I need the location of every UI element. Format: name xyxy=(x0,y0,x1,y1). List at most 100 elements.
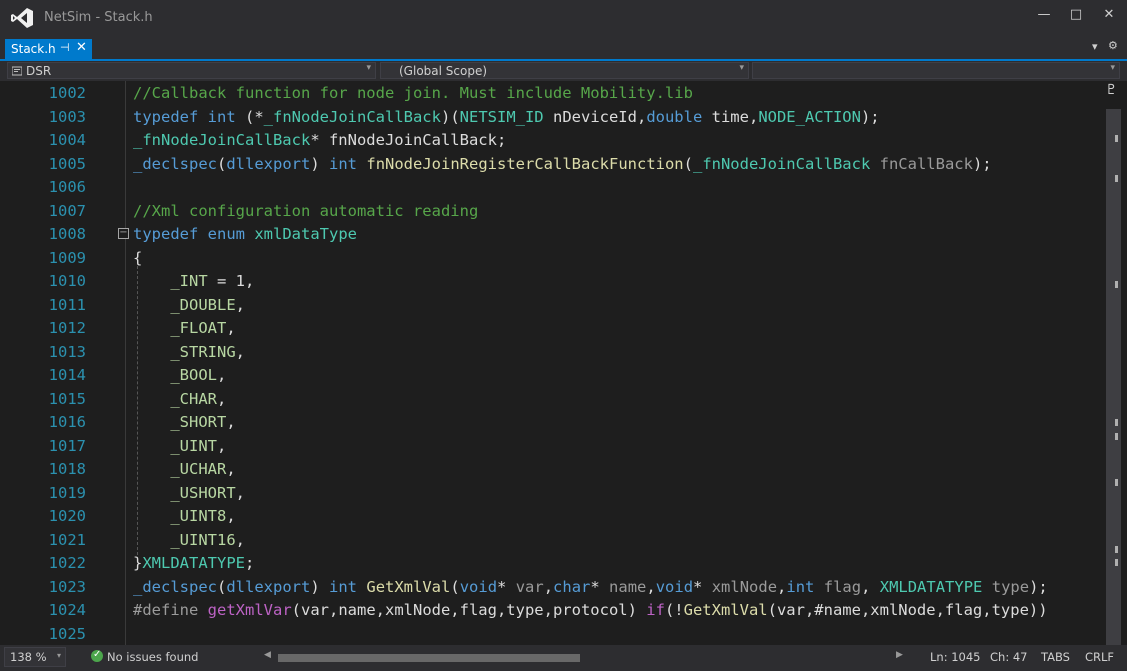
line-number: 1007 xyxy=(48,201,86,220)
code-token: ) xyxy=(310,154,330,173)
code-text: _USHORT, xyxy=(133,483,245,503)
code-token: _DOUBLE xyxy=(170,295,236,314)
code-line[interactable]: 1006 xyxy=(0,177,1100,201)
code-text: _UINT8, xyxy=(133,506,236,526)
vertical-scrollbar[interactable]: ♇ xyxy=(1100,81,1127,645)
line-number: 1004 xyxy=(48,131,86,149)
horizontal-scrollbar[interactable]: ◀ ▶ xyxy=(264,650,907,663)
code-line[interactable]: 1007 //Xml configuration automatic readin… xyxy=(0,201,1100,225)
code-line[interactable]: 1020 _UINT8, xyxy=(0,506,1100,530)
code-token: typedef xyxy=(133,225,199,243)
member-dropdown[interactable]: ▾ xyxy=(752,62,1120,79)
code-line[interactable]: 1016 _SHORT, xyxy=(0,412,1100,436)
code-token: _UINT8 xyxy=(170,507,227,525)
code-token: int xyxy=(329,154,358,173)
project-dropdown[interactable]: DSR ▾ xyxy=(7,62,376,79)
code-token: , xyxy=(226,460,236,478)
tab-list-dropdown-icon[interactable]: ▾ xyxy=(1092,40,1098,53)
code-text: typedef enum xmlDataType xyxy=(133,224,357,244)
scroll-marker xyxy=(1115,479,1118,486)
indent-mode-status[interactable]: TABS xyxy=(1041,650,1070,664)
code-line[interactable]: 1002 //Callback function for node join. M… xyxy=(0,83,1100,107)
code-line[interactable]: 1024 #define getXmlVar(var,name,xmlNode,f… xyxy=(0,600,1100,624)
code-token: typedef xyxy=(133,107,199,126)
code-token: (var,#name,xmlNode,flag,type)) xyxy=(767,601,1048,619)
code-token: , xyxy=(226,507,236,525)
line-number: 1021 xyxy=(48,530,86,549)
code-line[interactable]: 1023 _declspec(dllexport) int GetXmlVal(v… xyxy=(0,577,1100,601)
code-line[interactable]: 1014 _BOOL, xyxy=(0,365,1100,389)
line-number: 1003 xyxy=(48,107,86,126)
scrollbar-track[interactable] xyxy=(1106,109,1121,645)
code-token: XMLDATATYPE xyxy=(142,554,245,572)
tab-close-icon[interactable]: ✕ xyxy=(76,40,87,55)
code-token: = 1, xyxy=(207,272,255,290)
code-line[interactable]: 1005 _declspec(dllexport) int fnNodeJoinR… xyxy=(0,154,1100,178)
code-token: )( xyxy=(440,107,460,126)
code-line[interactable]: 1003 typedef int (*_fnNodeJoinCallBack)(N… xyxy=(0,107,1100,131)
code-token: _USHORT xyxy=(170,483,236,502)
code-line[interactable]: 1017 _UINT, xyxy=(0,436,1100,460)
code-line[interactable]: 1013 _STRING, xyxy=(0,342,1100,366)
code-line[interactable]: 1004 _fnNodeJoinCallBack* fnNodeJoinCallB… xyxy=(0,130,1100,154)
zoom-dropdown[interactable]: 138 % ▾ xyxy=(4,647,66,667)
code-token: char xyxy=(553,577,591,596)
code-line[interactable]: 1015 _CHAR, xyxy=(0,389,1100,413)
scroll-marker xyxy=(1115,433,1118,440)
code-text: _BOOL, xyxy=(133,365,226,385)
code-line[interactable]: 1019 _USHORT, xyxy=(0,483,1100,507)
code-token: int xyxy=(329,577,358,596)
pin-icon[interactable]: ⊣ xyxy=(60,41,70,54)
code-line[interactable]: 1012 _FLOAT, xyxy=(0,318,1100,342)
code-token: , xyxy=(217,389,227,408)
code-token: _UINT16 xyxy=(170,530,236,549)
tab-stack-h[interactable]: Stack.h ⊣ ✕ xyxy=(5,39,92,59)
code-text: }XMLDATATYPE; xyxy=(133,553,254,573)
code-token: _fnNodeJoinCallBack xyxy=(133,131,311,149)
scroll-right-icon[interactable]: ▶ xyxy=(896,650,903,660)
code-line[interactable]: 1008 typedef enum xmlDataType xyxy=(0,224,1100,248)
minimize-button[interactable]: — xyxy=(1027,4,1061,26)
maximize-button[interactable]: □ xyxy=(1059,4,1093,26)
code-token: , xyxy=(226,413,236,431)
code-line[interactable]: 1011 _DOUBLE, xyxy=(0,295,1100,319)
line-number: 1023 xyxy=(48,577,86,596)
project-icon xyxy=(12,66,22,76)
code-editor[interactable]: − 1002//Callback function for node join.… xyxy=(0,81,1100,645)
project-name: DSR xyxy=(26,64,52,78)
code-token: flag xyxy=(823,577,862,596)
code-line[interactable]: 1021 _UINT16, xyxy=(0,530,1100,554)
code-text: _INT = 1, xyxy=(133,271,254,291)
split-window-icon[interactable]: ♇ xyxy=(1105,82,1118,98)
code-token: dllexport xyxy=(226,577,311,596)
code-line[interactable]: 1018 _UCHAR, xyxy=(0,459,1100,483)
code-line[interactable]: 1009 { xyxy=(0,248,1100,272)
window-title: NetSim - Stack.h xyxy=(44,10,153,25)
code-token: _SHORT xyxy=(170,413,227,431)
code-line[interactable]: 1022 }XMLDATATYPE; xyxy=(0,553,1100,577)
settings-gear-icon[interactable]: ⚙ xyxy=(1108,39,1118,52)
scrollbar-thumb[interactable] xyxy=(278,654,580,662)
close-button[interactable]: ✕ xyxy=(1092,4,1126,26)
code-token: ( xyxy=(217,577,227,596)
line-number: 1022 xyxy=(48,554,86,572)
code-token: , xyxy=(235,295,245,314)
line-number: 1002 xyxy=(48,84,86,102)
code-line[interactable]: 1025 xyxy=(0,624,1100,646)
code-token: , xyxy=(235,483,245,502)
code-line[interactable]: 1010 _INT = 1, xyxy=(0,271,1100,295)
code-token: , xyxy=(226,319,236,337)
code-token: name xyxy=(609,577,647,596)
line-ending-status[interactable]: CRLF xyxy=(1085,650,1114,664)
issues-status[interactable]: No issues found xyxy=(107,650,198,664)
code-token: XMLDATATYPE xyxy=(879,577,983,596)
code-token: ; xyxy=(245,554,255,572)
scroll-left-icon[interactable]: ◀ xyxy=(264,650,271,660)
code-text: typedef int (*_fnNodeJoinCallBack)(NETSI… xyxy=(133,107,880,127)
line-number: 1018 xyxy=(48,460,86,478)
scope-dropdown[interactable]: (Global Scope) ▾ xyxy=(380,62,749,79)
